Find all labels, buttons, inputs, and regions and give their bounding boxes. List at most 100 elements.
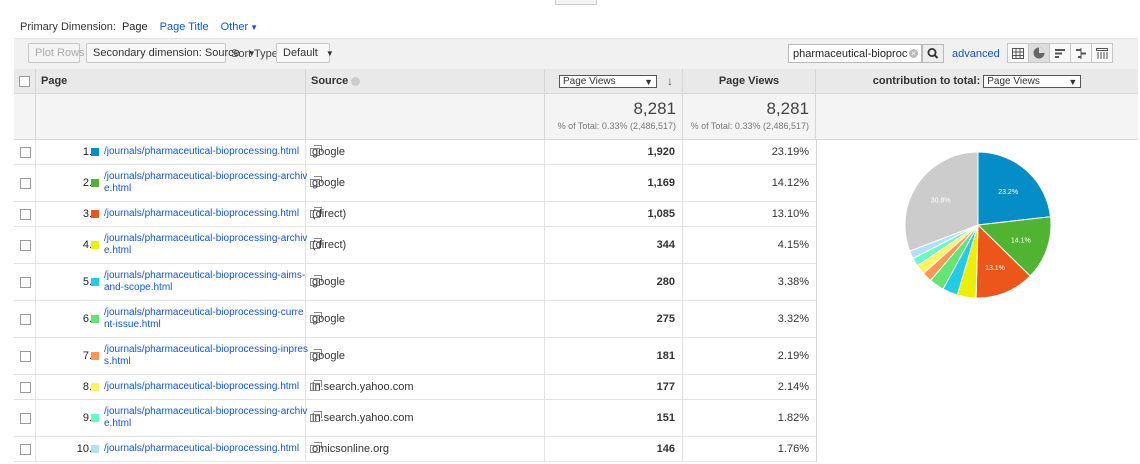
- column-header-page[interactable]: Page: [36, 69, 306, 93]
- row-checkbox[interactable]: [20, 313, 31, 325]
- row-select-cell: [14, 264, 36, 300]
- table-row: 10. /journals/pharmaceutical-bioprocessi…: [14, 437, 816, 462]
- pivot-view-button[interactable]: [1091, 43, 1113, 63]
- remove-dimension-icon[interactable]: [351, 76, 361, 86]
- top-tab-stub: [555, 0, 597, 5]
- row-checkbox[interactable]: [20, 146, 31, 158]
- contribution-select-label: Page Views: [987, 75, 1040, 87]
- row-number: 7.: [82, 350, 92, 362]
- row-checkbox[interactable]: [20, 443, 31, 455]
- sort-type-dropdown[interactable]: Default ▼: [276, 43, 334, 63]
- row-page-link[interactable]: /journals/pharmaceutical-bioprocessing-c…: [104, 307, 309, 331]
- row-checkbox[interactable]: [20, 239, 31, 251]
- row-select-cell: [14, 227, 36, 263]
- row-select-cell: [14, 338, 36, 374]
- bar-list-icon: [1055, 48, 1065, 58]
- secondary-dimension-label: Secondary dimension: Source: [93, 47, 240, 59]
- row-page-link[interactable]: /journals/pharmaceutical-bioprocessing-a…: [104, 233, 309, 257]
- series-color-swatch: [91, 414, 99, 422]
- row-page-views: 151: [545, 400, 683, 436]
- sort-desc-arrow-icon[interactable]: ↓: [667, 74, 673, 88]
- dimension-other-label: Other: [220, 21, 249, 33]
- row-checkbox[interactable]: [20, 381, 31, 393]
- primary-dimension-bar: Primary Dimension: Page Page Title Other…: [20, 20, 270, 34]
- row-select-cell: [14, 437, 36, 461]
- row-checkbox[interactable]: [20, 276, 31, 288]
- row-percent: 4.15%: [777, 239, 809, 251]
- performance-view-button[interactable]: [1049, 43, 1071, 63]
- row-page-link[interactable]: /journals/pharmaceutical-bioprocessing-i…: [104, 344, 309, 368]
- row-select-cell: [14, 301, 36, 337]
- row-select-cell: [14, 165, 36, 201]
- row-page-link[interactable]: /journals/pharmaceutical-bioprocessing.h…: [104, 443, 309, 455]
- dimension-page-title-link[interactable]: Page Title: [160, 21, 209, 33]
- table-row: 3. /journals/pharmaceutical-bioprocessin…: [14, 202, 816, 227]
- row-source: (direct): [306, 227, 545, 263]
- row-percent: 3.38%: [777, 276, 809, 288]
- row-select-cell: [14, 375, 36, 399]
- plot-rows-button[interactable]: Plot Rows: [28, 43, 85, 63]
- row-page-views: 146: [545, 437, 683, 461]
- row-page-link[interactable]: /journals/pharmaceutical-bioprocessing-a…: [104, 406, 309, 430]
- row-checkbox[interactable]: [20, 177, 31, 189]
- row-number: 4.: [82, 239, 92, 251]
- row-page-views: 344: [545, 227, 683, 263]
- row-page-cell: 6. /journals/pharmaceutical-bioprocessin…: [36, 301, 322, 337]
- table-row: 2. /journals/pharmaceutical-bioprocessin…: [14, 165, 816, 202]
- row-page-cell: 10. /journals/pharmaceutical-bioprocessi…: [36, 437, 322, 461]
- metric-select-label: Page Views: [563, 75, 616, 87]
- table-body: 1. /journals/pharmaceutical-bioprocessin…: [14, 140, 816, 462]
- row-page-link[interactable]: /journals/pharmaceutical-bioprocessing-a…: [104, 270, 309, 294]
- totals-pageviews-cell: 8,281 % of Total: 0.33% (2,486,517): [683, 94, 816, 139]
- contribution-label: contribution to total:: [872, 75, 981, 87]
- table-toolbar: Plot Rows Secondary dimension: Source ▼ S…: [14, 38, 1138, 70]
- comparison-icon: [1076, 47, 1086, 59]
- row-page-views: 1,085: [545, 202, 683, 226]
- contribution-select[interactable]: Page Views ▼: [983, 74, 1082, 88]
- row-select-cell: [14, 400, 36, 436]
- table-view-button[interactable]: [1007, 43, 1029, 63]
- advanced-filter-link[interactable]: advanced: [952, 48, 1000, 60]
- select-all-checkbox[interactable]: [19, 75, 30, 87]
- row-page-views: 181: [545, 338, 683, 374]
- row-source: google: [306, 165, 545, 201]
- secondary-dimension-dropdown[interactable]: Secondary dimension: Source ▼: [86, 43, 256, 63]
- column-header-source[interactable]: Source: [306, 69, 545, 93]
- table-row: 7. /journals/pharmaceutical-bioprocessin…: [14, 338, 816, 375]
- dimension-other-dropdown[interactable]: Other ▼: [221, 21, 258, 33]
- row-page-link[interactable]: /journals/pharmaceutical-bioprocessing.h…: [104, 381, 309, 393]
- row-select-cell: [14, 202, 36, 226]
- totals-contribution-cell: [816, 94, 1138, 139]
- series-color-swatch: [91, 179, 99, 187]
- comparison-view-button[interactable]: [1070, 43, 1092, 63]
- row-page-cell: 5. /journals/pharmaceutical-bioprocessin…: [36, 264, 322, 300]
- pie-view-button[interactable]: [1028, 43, 1050, 63]
- metric-select[interactable]: Page Views ▼: [559, 74, 657, 88]
- row-checkbox[interactable]: [20, 208, 31, 220]
- plot-rows-label: Plot Rows: [35, 47, 85, 59]
- row-number: 9.: [82, 412, 92, 424]
- series-color-swatch: [91, 148, 99, 156]
- clear-search-icon[interactable]: ×: [909, 49, 918, 58]
- column-header-page-views[interactable]: Page Views: [683, 69, 816, 93]
- totals-blank-cell: [14, 94, 36, 139]
- table-row: 1. /journals/pharmaceutical-bioprocessin…: [14, 140, 816, 165]
- row-checkbox[interactable]: [20, 412, 31, 424]
- row-source: omicsonline.org: [306, 437, 545, 461]
- row-checkbox[interactable]: [20, 350, 31, 362]
- row-number: 8.: [82, 381, 92, 393]
- row-source: google: [306, 140, 545, 164]
- row-page-link[interactable]: /journals/pharmaceutical-bioprocessing.h…: [104, 208, 309, 220]
- row-page-link[interactable]: /journals/pharmaceutical-bioprocessing.h…: [104, 146, 309, 158]
- table-row: 8. /journals/pharmaceutical-bioprocessin…: [14, 375, 816, 400]
- row-page-link[interactable]: /journals/pharmaceutical-bioprocessing-a…: [104, 171, 309, 195]
- table-filter-input[interactable]: [793, 47, 907, 60]
- totals-pageviews-value: 8,281: [766, 99, 809, 118]
- column-header-source-label: Source: [311, 75, 349, 87]
- totals-pageviews-sub: % of Total: 0.33% (2,486,517): [690, 121, 809, 131]
- search-button[interactable]: [922, 44, 944, 63]
- row-page-cell: 1. /journals/pharmaceutical-bioprocessin…: [36, 140, 322, 164]
- row-number: 5.: [82, 276, 92, 288]
- row-percent: 1.76%: [777, 443, 809, 455]
- pie-slice-label: 14.1%: [1011, 238, 1031, 245]
